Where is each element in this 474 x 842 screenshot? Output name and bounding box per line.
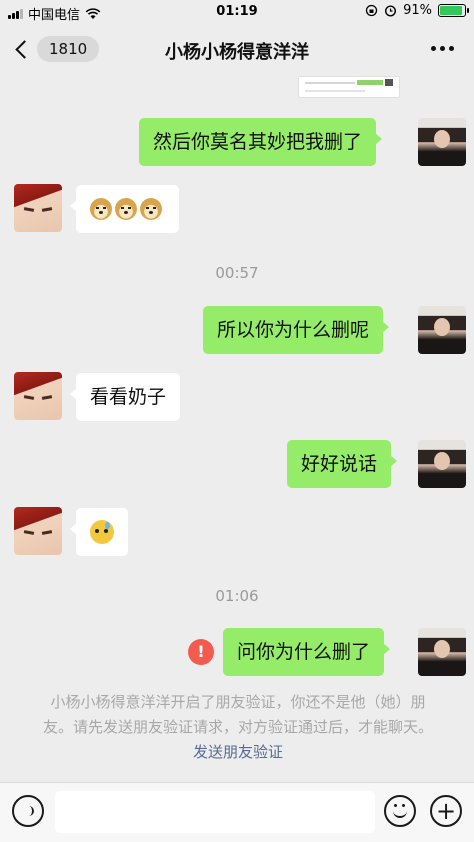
sent-message-bubble[interactable]: 然后你莫名其妙把我删了 [139,118,383,166]
voice-input-button[interactable] [12,795,44,827]
received-message-bubble[interactable]: 看看奶子 [69,373,181,421]
orientation-lock-icon [365,4,378,17]
sent-message-bubble[interactable]: 好好说话 [287,440,398,488]
battery-fill [440,6,462,15]
contact-avatar[interactable] [14,507,62,555]
nav-bar: 1810 小杨小杨得意洋洋 [0,24,474,76]
doge-emoji-icon [115,198,137,220]
contact-avatar[interactable] [14,372,62,420]
dot-icon [431,46,436,51]
status-right: 91% [365,3,469,18]
friend-verification-notice: 小杨小杨得意洋洋开启了朋友验证，你还不是他（她）朋友。请先发送朋友验证请求，对方… [38,690,438,765]
voice-icon [24,806,34,816]
chat-title: 小杨小杨得意洋洋 [165,42,309,63]
emoji-button[interactable] [384,795,416,827]
timestamp: 00:57 [215,264,259,282]
sweat-emoji-icon [90,520,114,544]
my-avatar[interactable] [418,306,466,354]
more-options-button[interactable] [431,46,454,51]
sent-message-bubble[interactable]: 问你为什么删了 [223,628,391,676]
image-message-thumbnail[interactable] [298,76,400,98]
my-avatar[interactable] [418,118,466,166]
sent-message-bubble[interactable]: 所以你为什么删呢 [203,306,390,354]
doge-emoji-icon [90,198,112,220]
my-avatar[interactable] [418,440,466,488]
smiley-icon [393,803,407,818]
send-failed-icon[interactable]: ! [188,639,214,665]
plus-icon: + [435,797,457,825]
input-bar: + [0,782,474,842]
message-input[interactable] [55,791,375,833]
contact-avatar[interactable] [14,184,62,232]
status-bar: 中国电信 01:19 91% [0,0,474,24]
doge-emoji-icon [140,198,162,220]
battery-percent: 91% [403,3,432,18]
alarm-icon [385,5,397,17]
my-avatar[interactable] [418,628,466,676]
chat-area[interactable]: 然后你莫名其妙把我删了 00:57 所以你为什么删呢 看看奶子 好好说话 01:… [0,76,474,782]
dot-icon [440,46,445,51]
send-verification-link[interactable]: 发送朋友验证 [193,743,283,761]
received-emoji-bubble[interactable] [70,185,179,233]
battery-icon [438,4,469,17]
timestamp: 01:06 [215,587,259,605]
dot-icon [449,46,454,51]
more-functions-button[interactable]: + [430,795,462,827]
received-emoji-bubble[interactable] [70,508,128,556]
notice-text: 小杨小杨得意洋洋开启了朋友验证，你还不是他（她）朋友。请先发送朋友验证请求，对方… [42,693,433,736]
